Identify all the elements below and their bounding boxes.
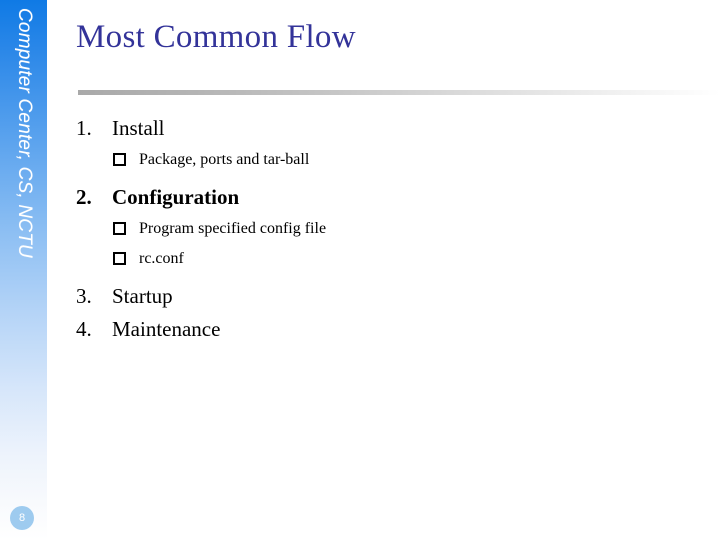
slide-canvas: Computer Center, CS, NCTU 8 Most Common … xyxy=(0,0,720,540)
outline-label: Install xyxy=(112,116,165,140)
outline-item-level1: 3. Startup xyxy=(0,280,720,313)
outline-label: Startup xyxy=(112,284,173,308)
square-bullet-icon xyxy=(113,144,139,174)
page-title: Most Common Flow xyxy=(76,19,356,55)
title-divider-rule xyxy=(78,90,720,95)
outline-sublabel: rc.conf xyxy=(139,250,184,267)
outline-number: 3. xyxy=(76,284,92,308)
outline-number: 2. xyxy=(76,185,92,209)
outline-item-level2: Program specified config file xyxy=(0,214,720,244)
outline-list: 1. Install Package, ports and tar-ball 2… xyxy=(0,112,720,346)
outline-item-level2: rc.conf xyxy=(0,244,720,274)
square-bullet-icon xyxy=(113,213,139,243)
outline-sublabel: Program specified config file xyxy=(139,220,327,237)
outline-number: 1. xyxy=(76,116,92,140)
outline-label: Configuration xyxy=(112,185,240,209)
outline-item-level1: 1. Install xyxy=(0,112,720,145)
outline-item-level1: 2. Configuration xyxy=(0,181,720,214)
square-bullet-icon xyxy=(113,243,139,273)
page-number-badge: 8 xyxy=(10,506,34,530)
outline-label: Maintenance xyxy=(112,317,221,341)
outline-item-level2: Package, ports and tar-ball xyxy=(0,145,720,175)
outline-sublabel: Package, ports and tar-ball xyxy=(139,151,310,168)
outline-item-level1: 4. Maintenance xyxy=(0,313,720,346)
outline-number: 4. xyxy=(76,317,92,341)
